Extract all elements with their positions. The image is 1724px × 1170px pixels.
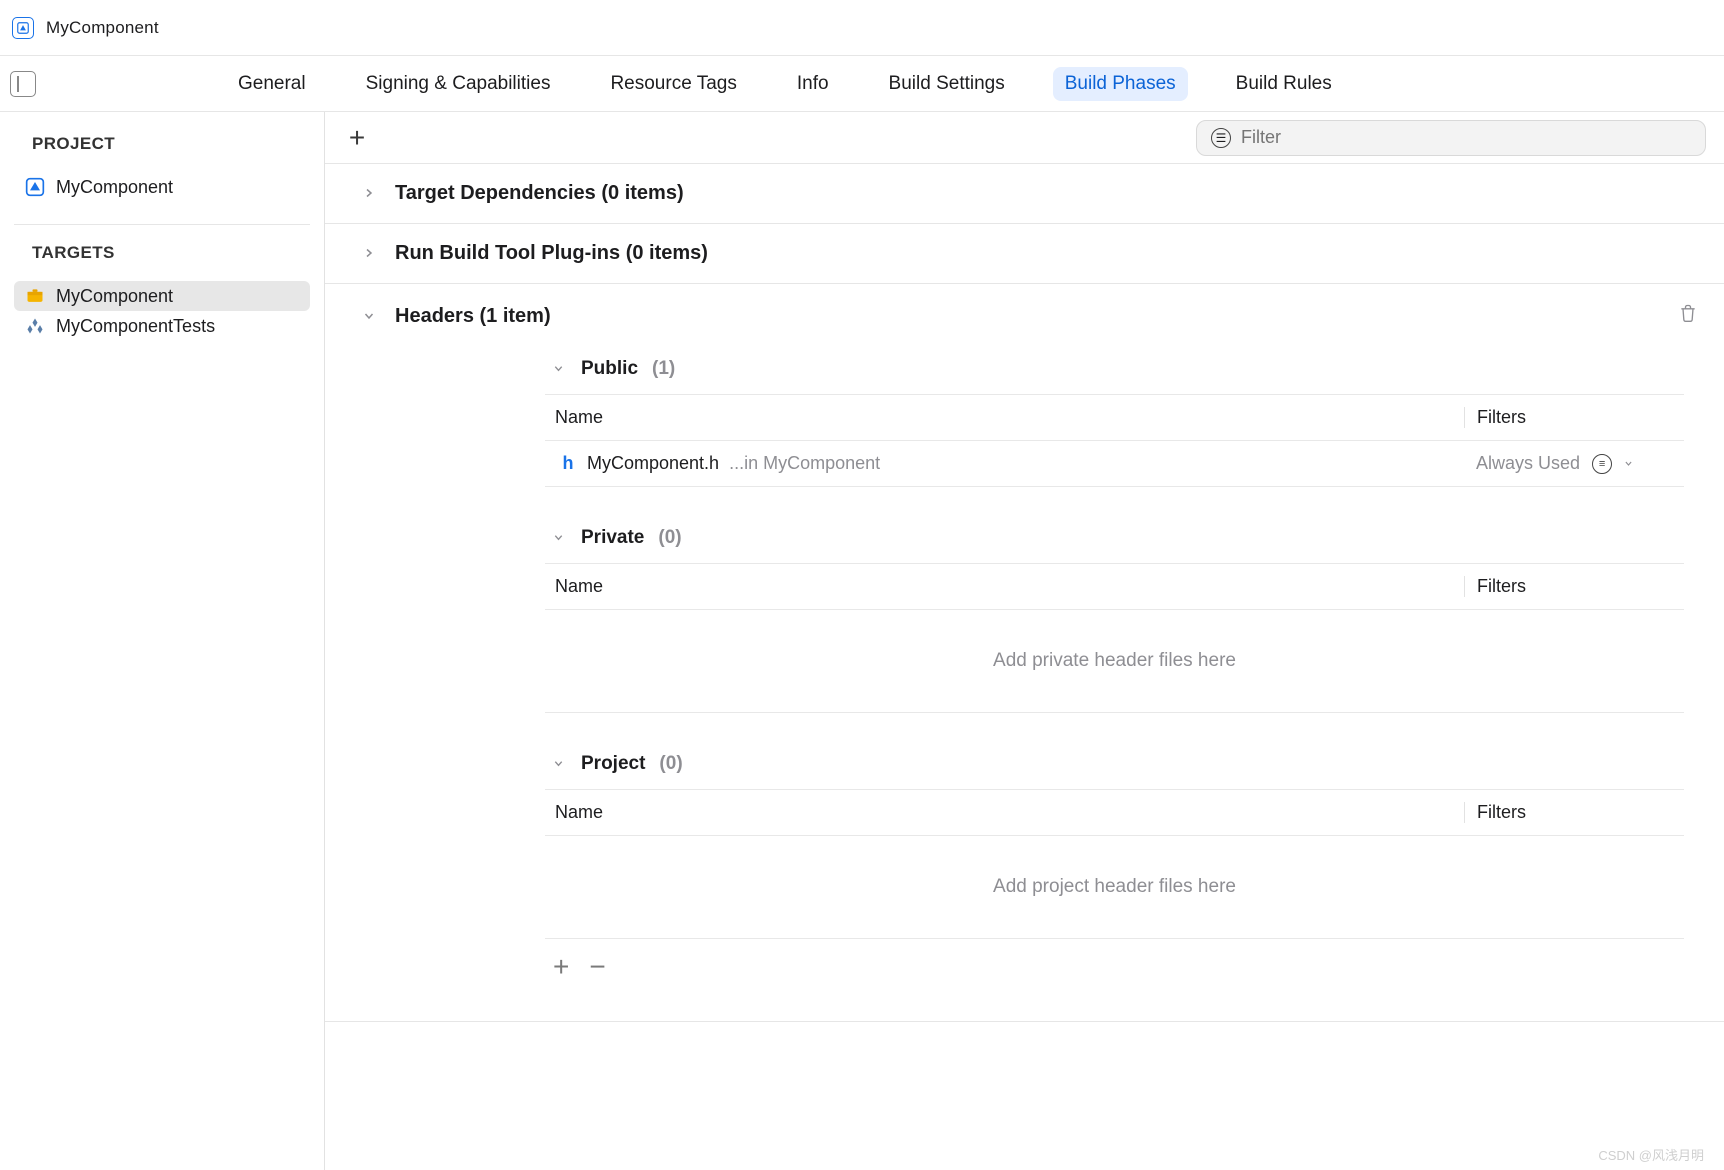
tab-resource-tags[interactable]: Resource Tags — [598, 67, 748, 101]
subgroup-header[interactable]: Private (0) — [545, 527, 1684, 549]
table-header: Name Filters — [545, 395, 1684, 441]
row-tools: + − — [545, 939, 1684, 991]
headers-public-group: Public (1) Name Filters h MyComponent.h … — [325, 348, 1724, 517]
empty-private-message: Add private header files here — [545, 610, 1684, 713]
chevron-right-icon — [363, 242, 379, 265]
column-filters: Filters — [1464, 576, 1684, 597]
framework-icon — [24, 285, 46, 307]
sidebar: PROJECT MyComponent TARGETS MyComponent … — [0, 112, 325, 1170]
chevron-down-icon — [553, 527, 567, 549]
subgroup-count: (0) — [658, 527, 681, 549]
empty-project-message: Add project header files here — [545, 836, 1684, 939]
subgroup-count: (0) — [659, 753, 682, 775]
chevron-right-icon — [363, 182, 379, 205]
phase-target-dependencies: Target Dependencies (0 items) — [325, 164, 1724, 224]
table-header: Name Filters — [545, 790, 1684, 836]
filter-options-icon[interactable]: ≡ — [1592, 454, 1612, 474]
title-bar: MyComponent — [0, 0, 1724, 56]
tabs-container: General Signing & Capabilities Resource … — [226, 67, 1344, 101]
table-header: Name Filters — [545, 564, 1684, 610]
column-filters: Filters — [1464, 802, 1684, 823]
top-row: + ☰ — [325, 112, 1724, 164]
header-file-icon: h — [559, 453, 577, 474]
tab-build-rules[interactable]: Build Rules — [1224, 67, 1344, 101]
tab-signing-capabilities[interactable]: Signing & Capabilities — [354, 67, 563, 101]
subgroup-label: Project — [581, 753, 645, 775]
sidebar-targets-header: TARGETS — [14, 243, 310, 263]
add-button[interactable]: + — [553, 953, 569, 981]
phase-run-build-tool: Run Build Tool Plug-ins (0 items) — [325, 224, 1724, 284]
subgroup-count: (1) — [652, 358, 675, 380]
file-name: MyComponent.h — [587, 453, 719, 474]
phase-title: Run Build Tool Plug-ins (0 items) — [395, 242, 708, 265]
file-path-hint: ...in MyComponent — [729, 453, 880, 474]
trash-icon[interactable] — [1678, 302, 1706, 330]
subgroup-label: Public — [581, 358, 638, 380]
subgroup-header[interactable]: Project (0) — [545, 753, 1684, 775]
column-name: Name — [545, 576, 1464, 597]
filter-icon: ☰ — [1211, 128, 1231, 148]
column-name: Name — [545, 802, 1464, 823]
subgroup-label: Private — [581, 527, 644, 549]
phase-header[interactable]: Headers (1 item) — [325, 284, 1724, 348]
project-title: MyComponent — [46, 18, 159, 38]
chevron-down-icon — [363, 305, 379, 328]
tests-icon — [24, 315, 46, 337]
sidebar-toggle-icon[interactable] — [10, 71, 36, 97]
table-row[interactable]: h MyComponent.h ...in MyComponent Always… — [545, 441, 1684, 487]
remove-button[interactable]: − — [589, 953, 605, 981]
sidebar-project-header: PROJECT — [14, 134, 310, 154]
project-icon — [24, 176, 46, 198]
main-panel: + ☰ Target Dependencies (0 items) Run Bu… — [325, 112, 1724, 1170]
tab-general[interactable]: General — [226, 67, 318, 101]
column-name: Name — [545, 407, 1464, 428]
sidebar-item-label: MyComponent — [56, 286, 173, 307]
column-filters: Filters — [1464, 407, 1684, 428]
phase-title: Headers (1 item) — [395, 305, 551, 328]
phase-title: Target Dependencies (0 items) — [395, 182, 684, 205]
sidebar-target-mycomponenttests[interactable]: MyComponentTests — [14, 311, 310, 341]
tab-bar: General Signing & Capabilities Resource … — [0, 56, 1724, 112]
phase-header[interactable]: Run Build Tool Plug-ins (0 items) — [325, 224, 1724, 283]
app-icon — [12, 17, 34, 39]
chevron-down-icon — [553, 753, 567, 775]
tab-build-phases[interactable]: Build Phases — [1053, 67, 1188, 101]
headers-project-group: Project (0) Name Filters Add project hea… — [325, 743, 1724, 1021]
chevron-down-icon — [553, 358, 567, 380]
sidebar-project-label: MyComponent — [56, 177, 173, 198]
tab-build-settings[interactable]: Build Settings — [877, 67, 1017, 101]
phase-headers: Headers (1 item) Public (1) Name — [325, 284, 1724, 1022]
filter-field[interactable]: ☰ — [1196, 120, 1706, 156]
tab-info[interactable]: Info — [785, 67, 841, 101]
sidebar-item-label: MyComponentTests — [56, 316, 215, 337]
sidebar-project-row[interactable]: MyComponent — [14, 172, 310, 202]
sidebar-target-mycomponent[interactable]: MyComponent — [14, 281, 310, 311]
filter-input[interactable] — [1241, 127, 1691, 148]
headers-private-group: Private (0) Name Filters Add private hea… — [325, 517, 1724, 743]
sidebar-divider — [14, 224, 310, 225]
filter-value: Always Used — [1476, 453, 1580, 474]
chevron-down-icon[interactable] — [1624, 457, 1633, 471]
add-phase-button[interactable]: + — [343, 124, 371, 152]
phase-header[interactable]: Target Dependencies (0 items) — [325, 164, 1724, 223]
subgroup-header[interactable]: Public (1) — [545, 358, 1684, 380]
